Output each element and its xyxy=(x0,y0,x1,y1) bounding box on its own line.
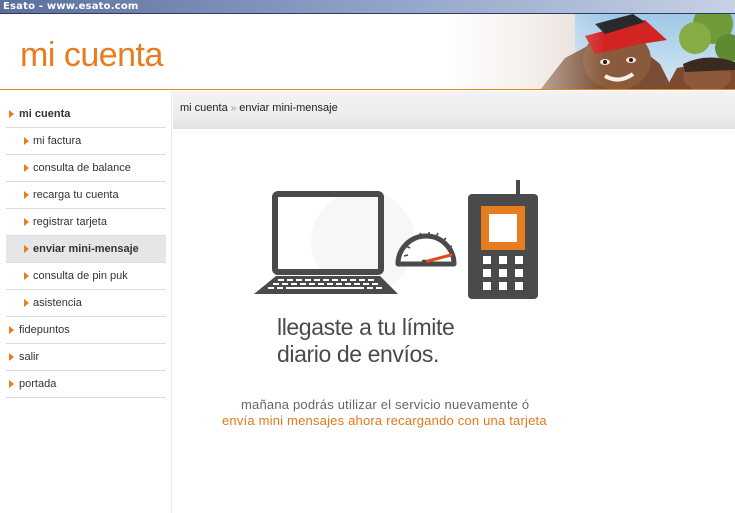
nav-arrow-icon xyxy=(9,380,14,388)
breadcrumb: mi cuenta» enviar mini-mensaje xyxy=(180,102,338,114)
limit-message: llegaste a tu límite diario de envíos. xyxy=(277,314,455,368)
nav-arrow-icon xyxy=(24,245,29,253)
sidebar-item-consulta-de-pin-puk[interactable]: consulta de pin puk xyxy=(6,263,166,290)
breadcrumb-item-mi-cuenta[interactable]: mi cuenta xyxy=(180,102,228,114)
breadcrumb-item-current: enviar mini-mensaje xyxy=(239,102,338,114)
breadcrumb-bar: mi cuenta» enviar mini-mensaje xyxy=(173,91,735,129)
nav-arrow-icon xyxy=(24,191,29,199)
nav-arrow-icon xyxy=(24,137,29,145)
limit-message-line-2: diario de envíos. xyxy=(277,341,439,367)
sidebar-item-label: mi cuenta xyxy=(19,108,71,120)
limit-message-line-1: llegaste a tu límite xyxy=(277,314,455,340)
sidebar-item-label: portada xyxy=(19,378,57,390)
sidebar-item-label: recarga tu cuenta xyxy=(33,189,119,201)
sidebar-item-asistencia[interactable]: asistencia xyxy=(6,290,166,317)
page-title: mi cuenta xyxy=(20,36,163,74)
nav-arrow-icon xyxy=(9,353,14,361)
page-header: mi cuenta xyxy=(0,14,735,90)
sidebar-item-label: mi factura xyxy=(33,135,82,147)
sidebar-item-label: fidepuntos xyxy=(19,324,70,336)
sidebar-item-portada[interactable]: portada xyxy=(6,371,166,398)
sidebar-item-label: asistencia xyxy=(33,297,82,309)
nav-arrow-icon xyxy=(9,326,14,334)
nav-arrow-icon xyxy=(24,272,29,280)
sidebar-item-recarga-tu-cuenta[interactable]: recarga tu cuenta xyxy=(6,182,166,209)
nav-arrow-icon xyxy=(24,164,29,172)
sidebar-item-fidepuntos[interactable]: fidepuntos xyxy=(6,317,166,344)
nav-arrow-icon xyxy=(24,299,29,307)
info-text: mañana podrás utilizar el servicio nueva… xyxy=(241,397,530,412)
limit-illustration xyxy=(254,180,538,299)
breadcrumb-separator: » xyxy=(230,103,237,114)
sidebar-item-label: consulta de balance xyxy=(33,162,131,174)
sidebar-item-label: consulta de pin puk xyxy=(33,270,128,282)
mobile-phone-icon xyxy=(468,180,538,299)
sidebar-item-enviar-mini-mensaje[interactable]: enviar mini-mensaje xyxy=(6,236,166,263)
sidebar-item-label: registrar tarjeta xyxy=(33,216,107,228)
nav-arrow-icon xyxy=(24,218,29,226)
window-titlebar: Esato - www.esato.com xyxy=(0,0,735,14)
sidebar-item-consulta-de-balance[interactable]: consulta de balance xyxy=(6,155,166,182)
recharge-link[interactable]: envía mini mensajes ahora recargando con… xyxy=(222,413,547,428)
sidebar-item-mi-factura[interactable]: mi factura xyxy=(6,128,166,155)
header-photo xyxy=(445,14,735,89)
sidebar-nav: mi cuenta mi factura consulta de balance… xyxy=(6,101,166,398)
nav-arrow-icon xyxy=(9,110,14,118)
sidebar-item-label: salir xyxy=(19,351,40,363)
sidebar-item-registrar-tarjeta[interactable]: registrar tarjeta xyxy=(6,209,166,236)
window-title: Esato - www.esato.com xyxy=(3,1,139,12)
sidebar-item-label: enviar mini-mensaje xyxy=(33,243,139,255)
sidebar-item-salir[interactable]: salir xyxy=(6,344,166,371)
content-divider xyxy=(171,91,172,513)
sidebar-item-mi-cuenta[interactable]: mi cuenta xyxy=(6,101,166,128)
